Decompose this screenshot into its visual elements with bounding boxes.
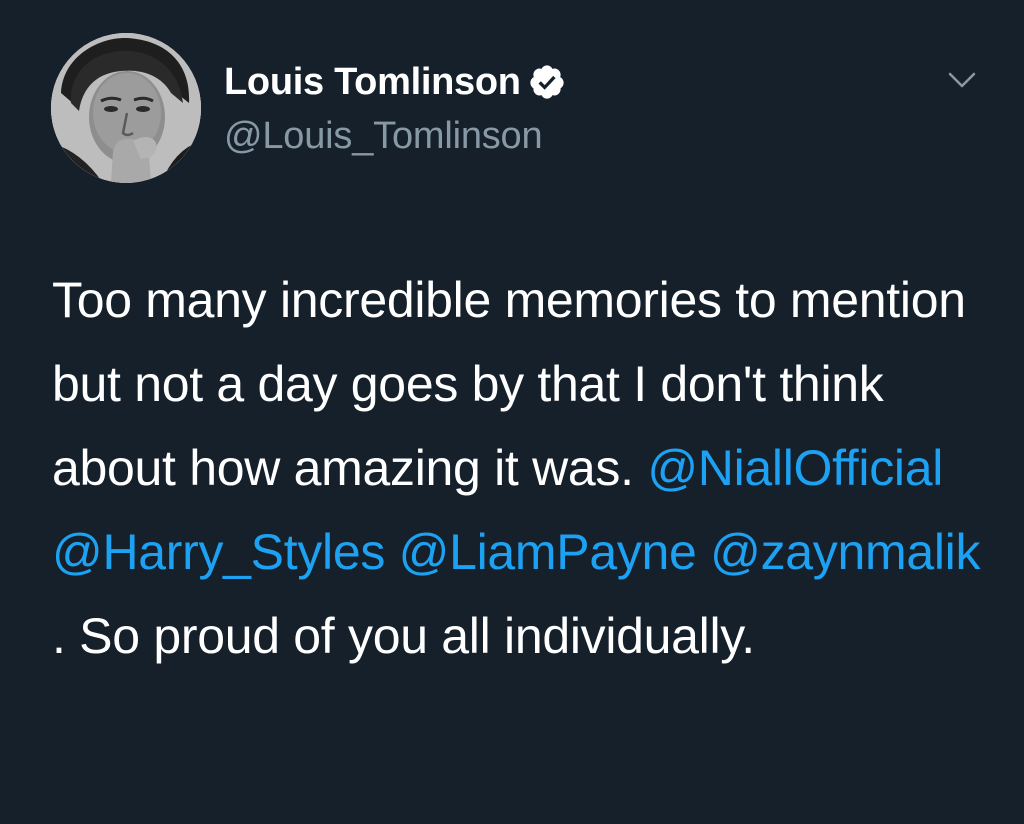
profile-photo-icon — [51, 33, 201, 183]
author-name-row: Louis Tomlinson — [224, 56, 566, 108]
tweet-body-text: . So proud of you all individually. — [52, 608, 755, 664]
author-avatar[interactable] — [51, 33, 201, 183]
tweet-card: Louis Tomlinson @Louis_Tomlinson Too man… — [0, 0, 1024, 824]
mention-link[interactable]: @NiallOfficial — [647, 440, 943, 496]
mention-link[interactable]: @LiamPayne — [399, 524, 697, 580]
author-display-name[interactable]: Louis Tomlinson — [224, 58, 521, 106]
mention-link[interactable]: @Harry_Styles — [52, 524, 385, 580]
chevron-down-icon[interactable] — [944, 68, 980, 92]
verified-badge-icon — [528, 63, 566, 101]
tweet-text: Too many incredible memories to mention … — [52, 258, 997, 678]
mention-link[interactable]: @zaynmalik — [710, 524, 980, 580]
author-handle[interactable]: @Louis_Tomlinson — [224, 112, 543, 160]
